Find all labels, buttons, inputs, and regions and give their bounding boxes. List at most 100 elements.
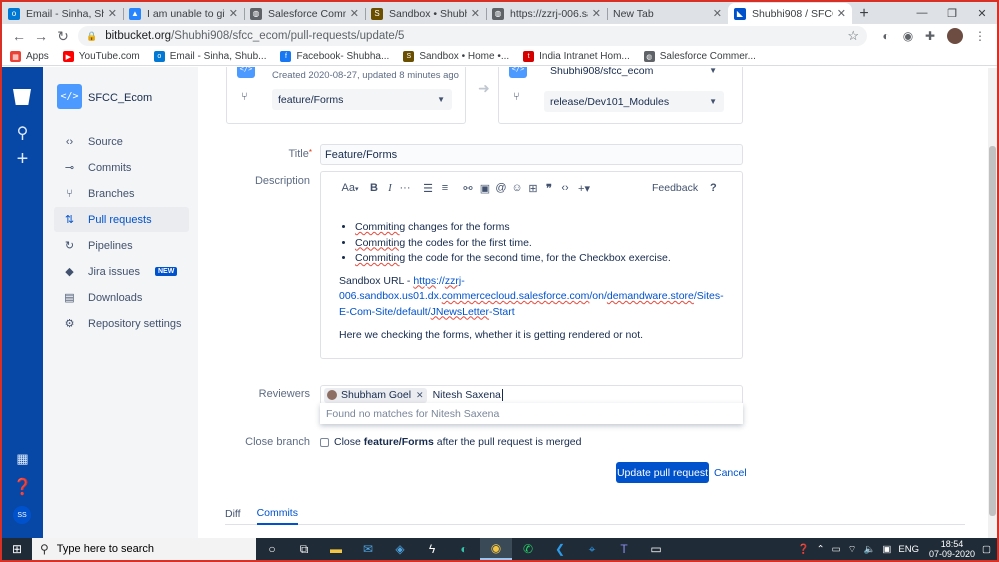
whatsapp-icon[interactable]: ✆	[512, 538, 544, 560]
sidebar-item-pipelines[interactable]: ↻ Pipelines	[54, 233, 189, 258]
app-icon[interactable]: ▭	[640, 538, 672, 560]
volume-icon[interactable]: 🔈	[864, 544, 876, 555]
emoji-icon[interactable]: ☺	[509, 182, 525, 194]
puzzle-icon[interactable]: ✚	[919, 29, 941, 43]
numbered-list-icon[interactable]: ≡	[437, 182, 453, 194]
cancel-button[interactable]: Cancel	[714, 462, 747, 483]
network-icon[interactable]: ⌔	[848, 544, 857, 555]
sidebar-item-commits[interactable]: ⊸ Commits	[54, 155, 189, 180]
app-switcher-icon[interactable]: ▦	[2, 451, 43, 467]
language-indicator[interactable]: ENG	[898, 544, 919, 555]
bookmark-item[interactable]: t India Intranet Hom...	[523, 51, 630, 62]
tab-commits[interactable]: Commits	[256, 503, 298, 525]
code-icon[interactable]: ‹›	[557, 182, 573, 194]
extension-icon[interactable]: ◉	[897, 29, 919, 43]
reviewer-search-text[interactable]: Nitesh Saxena	[433, 389, 503, 401]
help-icon[interactable]: ❓	[2, 477, 43, 497]
clock[interactable]: 18:54 07-09-2020	[929, 539, 975, 559]
reload-icon[interactable]: ↻	[52, 28, 74, 45]
taskbar-search[interactable]: ⚲ Type here to search	[32, 538, 256, 560]
maps-icon[interactable]: ⌖	[576, 538, 608, 560]
insert-icon[interactable]: +▾	[573, 182, 595, 195]
menu-icon[interactable]: ⋮	[969, 29, 991, 43]
close-icon[interactable]: ✕	[229, 7, 238, 20]
maximize-icon[interactable]: ❐	[937, 2, 967, 24]
scrollbar-thumb[interactable]	[989, 146, 996, 516]
browser-tab-active[interactable]: ◣Shubhi908 / SFCC_Ecom✕	[728, 3, 852, 24]
more-formatting-icon[interactable]: ···	[397, 182, 413, 194]
forward-icon[interactable]: →	[30, 28, 52, 44]
chevron-up-icon[interactable]: ⌃	[817, 544, 825, 555]
browser-tab[interactable]: ◍Salesforce Commerce✕	[244, 3, 365, 24]
browser-tab[interactable]: ◍https://zzrj-006.sandbo✕	[486, 3, 607, 24]
windows-start-icon[interactable]: ⊞	[2, 542, 32, 556]
chrome-icon[interactable]: ◉	[480, 538, 512, 560]
image-icon[interactable]: ▣	[477, 182, 493, 195]
close-icon[interactable]: ✕	[592, 7, 601, 20]
teams-icon[interactable]: T	[608, 538, 640, 560]
close-branch-checkbox[interactable]	[320, 437, 329, 447]
update-pull-request-button[interactable]: Update pull request	[616, 462, 709, 483]
page-scrollbar[interactable]	[988, 68, 997, 538]
destination-branch-select[interactable]: release/Dev101_Modules ▼	[544, 91, 724, 112]
task-view-icon[interactable]: ⧉	[288, 538, 320, 560]
sidebar-item-jira-issues[interactable]: ◆ Jira issues NEW	[54, 259, 189, 284]
close-icon[interactable]: ✕	[350, 7, 359, 20]
bookmark-star-icon[interactable]: ☆	[847, 28, 859, 44]
bold-icon[interactable]: B	[365, 182, 383, 194]
back-icon[interactable]: ←	[8, 28, 30, 44]
close-icon[interactable]: ✕	[108, 7, 117, 20]
bookmark-item[interactable]: ▦ Apps	[10, 51, 49, 62]
tab-diff[interactable]: Diff	[225, 503, 241, 525]
sidebar-item-branches[interactable]: ⑂ Branches	[54, 181, 189, 206]
vscode-icon[interactable]: ❮	[544, 538, 576, 560]
mention-icon[interactable]: @	[493, 182, 509, 194]
title-input[interactable]: Feature/Forms	[320, 144, 743, 165]
bookmark-item[interactable]: f Facebook- Shubha...	[280, 51, 389, 62]
minimize-icon[interactable]: —	[907, 2, 937, 24]
user-avatar[interactable]: SS	[13, 506, 31, 524]
close-window-icon[interactable]: ✕	[967, 2, 997, 24]
link-icon[interactable]: ⚯	[459, 182, 477, 195]
italic-icon[interactable]: I	[383, 182, 397, 194]
file-explorer-icon[interactable]: ▬	[320, 538, 352, 560]
browser-tab[interactable]: SSandbox • Shubham_Bi✕	[365, 3, 486, 24]
app-tray-icon[interactable]: ▣	[882, 544, 891, 555]
bookmark-item[interactable]: ▶ YouTube.com	[62, 51, 140, 62]
notifications-icon[interactable]: ▢	[982, 544, 991, 555]
description-editor[interactable]: Aa▾ B I ··· ☰ ≡ ⚯ ▣ @ ☺ ⊞ ❞ ‹› +▾ Feedba…	[320, 171, 743, 359]
bookmark-item[interactable]: o Email - Sinha, Shub...	[153, 51, 266, 62]
sidebar-item-repository-settings[interactable]: ⚙ Repository settings	[54, 311, 189, 336]
feedback-button[interactable]: Feedback	[652, 180, 698, 196]
app-icon[interactable]: ϟ	[416, 538, 448, 560]
address-bar[interactable]: 🔒 bitbucket.org/Shubhi908/sfcc_ecom/pull…	[78, 26, 867, 46]
reviewers-input[interactable]: Shubham Goel ✕ Nitesh Saxena	[320, 385, 743, 405]
repo-name[interactable]: SFCC_Ecom	[88, 92, 152, 104]
close-icon[interactable]: ✕	[837, 7, 846, 20]
source-branch-select[interactable]: feature/Forms ▼	[272, 89, 452, 110]
remove-icon[interactable]: ✕	[416, 390, 424, 401]
bookmark-item[interactable]: ◍ Salesforce Commer...	[643, 51, 756, 62]
mail-icon[interactable]: ✉	[352, 538, 384, 560]
cortana-icon[interactable]: ○	[256, 538, 288, 560]
edge-icon[interactable]: ◐	[448, 538, 480, 560]
battery-icon[interactable]: ▭	[832, 544, 841, 555]
profile-avatar[interactable]	[947, 28, 963, 44]
close-icon[interactable]: ✕	[471, 7, 480, 20]
sidebar-item-source[interactable]: ‹› Source	[54, 129, 189, 154]
bitbucket-logo-icon[interactable]	[13, 89, 31, 105]
close-icon[interactable]: ✕	[713, 7, 722, 20]
browser-tab[interactable]: oEmail - Sinha, Shubham✕	[2, 3, 123, 24]
bullet-list-icon[interactable]: ☰	[419, 182, 437, 195]
destination-repo-select[interactable]: Shubhi908/sfcc_ecom ▼	[544, 67, 724, 81]
sidebar-item-downloads[interactable]: ▤ Downloads	[54, 285, 189, 310]
sidebar-item-pull-requests[interactable]: ⇅ Pull requests	[54, 207, 189, 232]
browser-tab[interactable]: New Tab ✕	[607, 3, 728, 24]
new-tab-button[interactable]: +	[852, 3, 876, 24]
extension-icon[interactable]: ◐	[875, 29, 897, 43]
bookmark-item[interactable]: S Sandbox • Home •...	[403, 51, 509, 62]
help-icon[interactable]: ?	[710, 180, 717, 196]
create-icon[interactable]: +	[2, 148, 43, 171]
browser-tab[interactable]: ▲I am unable to give Pull✕	[123, 3, 244, 24]
help-icon[interactable]: ❓	[798, 544, 810, 555]
